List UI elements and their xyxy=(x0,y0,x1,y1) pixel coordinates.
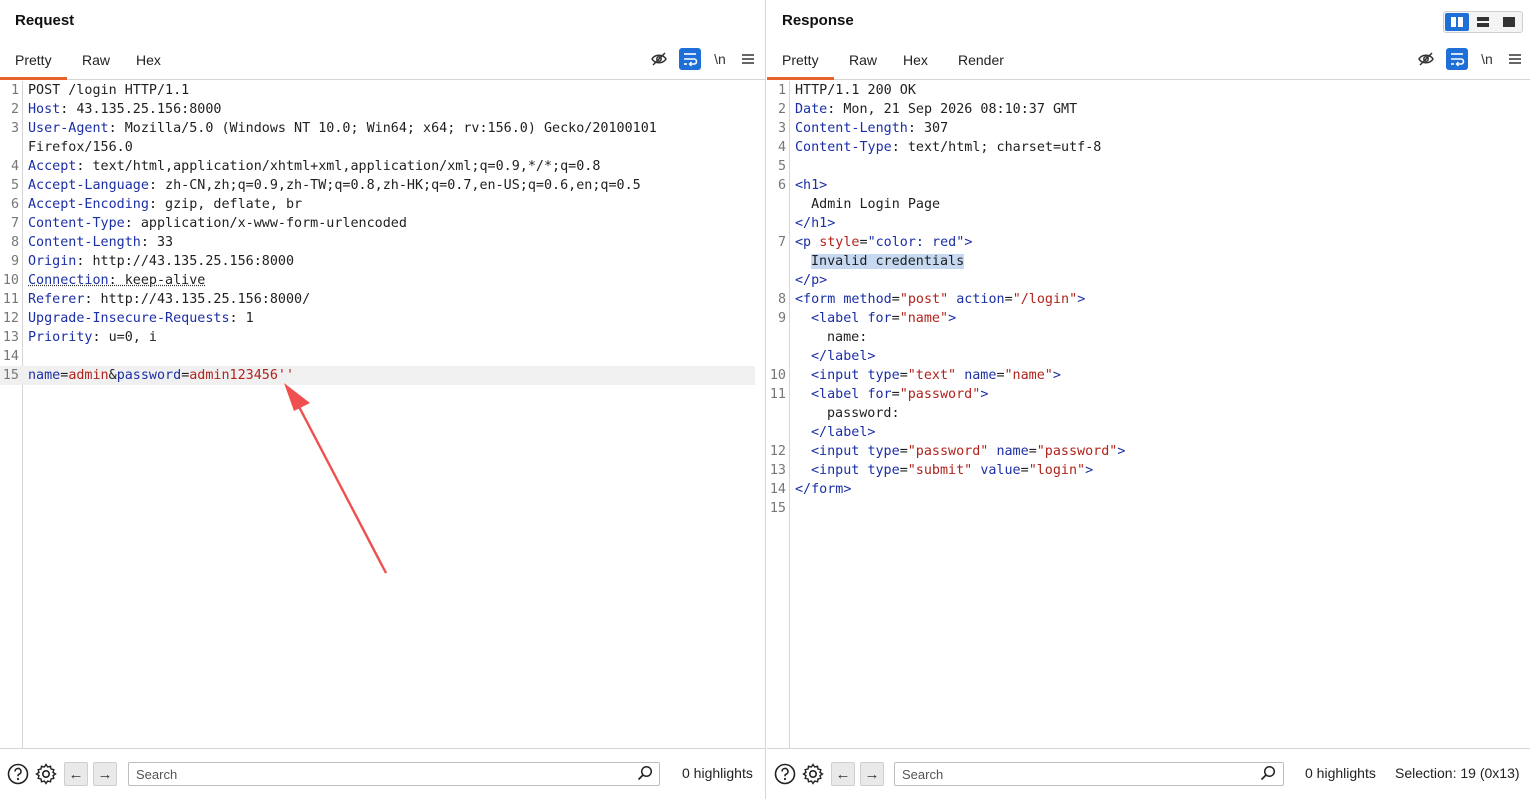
code-line: 2 Date: Mon, 21 Sep 2026 08:10:37 GMT xyxy=(777,102,1078,117)
code-line: 9 Origin: http://43.135.25.156:8000 xyxy=(10,254,295,269)
code-line-body[interactable]: 15 name=admin&password=admin123456'' xyxy=(0,366,755,385)
code-line: 14 </form> xyxy=(769,482,852,497)
code-line: 8 Content-Length: 33 xyxy=(10,235,174,250)
tab-raw[interactable]: Raw xyxy=(834,44,892,80)
code-line: 10 <input type="text" name="name"> xyxy=(769,368,1061,383)
help-icon[interactable] xyxy=(6,762,30,786)
code-line: 6 Accept-Encoding: gzip, deflate, br xyxy=(10,197,303,212)
code-line: 7 <p style="color: red"> xyxy=(777,235,973,250)
code-line: </h1> xyxy=(795,216,836,231)
code-line: 5 Accept-Language: zh-CN,zh;q=0.9,zh-TW;q… xyxy=(10,178,641,193)
next-arrow-icon[interactable]: → xyxy=(860,762,884,786)
response-highlights: 0 highlights xyxy=(1305,765,1376,781)
code-line: 9 <label for="name"> xyxy=(777,311,957,326)
response-title: Response xyxy=(782,12,854,29)
menu-icon[interactable] xyxy=(1504,48,1526,70)
code-line: 14 xyxy=(2,349,19,364)
code-line: 12 Upgrade-Insecure-Requests: 1 xyxy=(2,311,254,326)
response-search-input[interactable] xyxy=(894,762,1284,786)
code-line: 8 <form method="post" action="/login"> xyxy=(777,292,1086,307)
code-line: 11 <label for="password"> xyxy=(769,387,989,402)
request-bottom-bar: ← → 0 highlights xyxy=(0,750,765,799)
code-line: 10 Connection: keep-alive xyxy=(2,273,206,288)
layout-single-icon[interactable] xyxy=(1497,13,1521,31)
code-line: </label> xyxy=(811,349,876,364)
code-line: 1 HTTP/1.1 200 OK xyxy=(777,83,916,98)
code-line: 11 Referer: http://43.135.25.156:8000/ xyxy=(2,292,311,307)
gear-icon[interactable] xyxy=(34,762,58,786)
code-line: 4 Accept: text/html,application/xhtml+xml… xyxy=(10,159,601,174)
previous-arrow-icon[interactable]: ← xyxy=(831,762,855,786)
tab-hex[interactable]: Hex xyxy=(121,44,176,80)
annotation-arrow xyxy=(284,383,388,574)
code-line-wrap: Firefox/156.0 xyxy=(28,140,133,155)
wrap-icon[interactable] xyxy=(679,48,701,70)
tab-render[interactable]: Render xyxy=(943,44,1019,80)
code-line: 2 Host: 43.135.25.156:8000 xyxy=(10,102,222,117)
tab-pretty[interactable]: Pretty xyxy=(0,44,67,80)
wrap-icon[interactable] xyxy=(1446,48,1468,70)
request-search-input[interactable] xyxy=(128,762,660,786)
response-pane: Response Pretty Raw Hex Render \n 1 HTTP… xyxy=(767,0,1530,799)
code-line: 7 Content-Type: application/x-www-form-ur… xyxy=(10,216,407,231)
code-line: 13 Priority: u=0, i xyxy=(2,330,157,345)
request-title: Request xyxy=(15,12,75,29)
selection-status: Selection: 19 (0x13) xyxy=(1395,765,1520,781)
previous-arrow-icon[interactable]: ← xyxy=(64,762,88,786)
code-line: </label> xyxy=(811,425,876,440)
selected-text: Invalid credentials xyxy=(811,254,965,269)
request-editor[interactable]: 1 POST /login HTTP/1.1 2 Host: 43.135.25.1… xyxy=(0,81,765,749)
tab-raw[interactable]: Raw xyxy=(67,44,125,80)
tab-pretty[interactable]: Pretty xyxy=(767,44,834,80)
code-line: 6 <h1> xyxy=(777,178,828,193)
menu-icon[interactable] xyxy=(737,48,759,70)
code-line: </p> xyxy=(795,273,828,288)
code-line: Admin Login Page xyxy=(795,197,941,212)
code-line: 3 User-Agent: Mozilla/5.0 (Windows NT 10.… xyxy=(10,121,657,136)
code-line: 1 POST /login HTTP/1.1 xyxy=(10,83,190,98)
search-icon xyxy=(1260,765,1278,783)
response-tool-icons: \n xyxy=(1415,48,1527,72)
request-pane: Request Pretty Raw Hex \n 1 POST /login H… xyxy=(0,0,766,799)
layout-split-icon[interactable] xyxy=(1445,13,1469,31)
newline-icon[interactable]: \n xyxy=(1476,48,1498,70)
layout-stacked-icon[interactable] xyxy=(1471,13,1495,31)
code-line-selected: Invalid credentials xyxy=(767,252,1520,271)
code-line: 3 Content-Length: 307 xyxy=(777,121,949,136)
search-icon xyxy=(637,765,655,783)
code-line: 5 xyxy=(777,159,786,174)
request-tool-icons: \n xyxy=(648,48,760,72)
code-line: 15 xyxy=(769,501,786,516)
code-line: name: xyxy=(827,330,868,345)
code-line: 13 <input type="submit" value="login"> xyxy=(769,463,1094,478)
request-highlights: 0 highlights xyxy=(682,765,753,781)
response-editor[interactable]: 1 HTTP/1.1 200 OK 2 Date: Mon, 21 Sep 2026… xyxy=(767,81,1530,749)
next-arrow-icon[interactable]: → xyxy=(93,762,117,786)
code-line: password: xyxy=(827,406,900,421)
code-line: 4 Content-Type: text/html; charset=utf-8 xyxy=(777,140,1102,155)
response-bottom-bar: ← → 0 highlights Selection: 19 (0x13) xyxy=(767,750,1530,799)
tab-hex[interactable]: Hex xyxy=(888,44,943,80)
newline-icon[interactable]: \n xyxy=(709,48,731,70)
code-line: 12 <input type="password" name="password"… xyxy=(769,444,1126,459)
gear-icon[interactable] xyxy=(801,762,825,786)
hide-icon[interactable] xyxy=(648,48,670,70)
layout-toggle xyxy=(1443,11,1523,33)
help-icon[interactable] xyxy=(773,762,797,786)
hide-icon[interactable] xyxy=(1415,48,1437,70)
